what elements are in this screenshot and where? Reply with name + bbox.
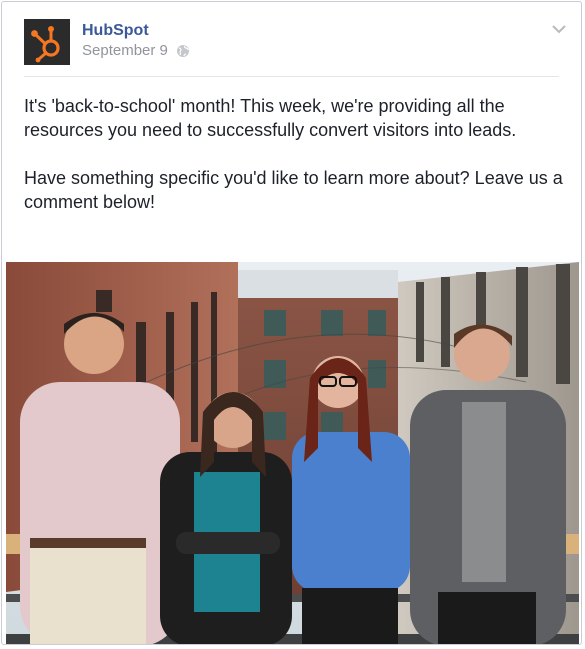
post-body: It's 'back-to-school' month! This week, … — [24, 94, 564, 238]
hubspot-logo-icon — [24, 19, 70, 65]
chevron-down-icon[interactable] — [551, 22, 567, 34]
post-photo[interactable] — [6, 262, 579, 644]
post-card: HubSpot September 9 It's 'back-to-school… — [1, 1, 582, 645]
header-divider — [24, 76, 559, 77]
post-text-paragraph-2: Have something specific you'd like to le… — [24, 168, 563, 212]
post-meta: September 9 — [82, 42, 190, 59]
page-name-link[interactable]: HubSpot — [82, 22, 149, 40]
post-date[interactable]: September 9 — [82, 42, 168, 59]
post-header: HubSpot September 9 — [2, 2, 581, 76]
page-avatar[interactable] — [24, 19, 70, 65]
post-text-paragraph-1: It's 'back-to-school' month! This week, … — [24, 96, 517, 140]
globe-icon[interactable] — [176, 44, 190, 58]
team-photo-image — [6, 262, 579, 644]
